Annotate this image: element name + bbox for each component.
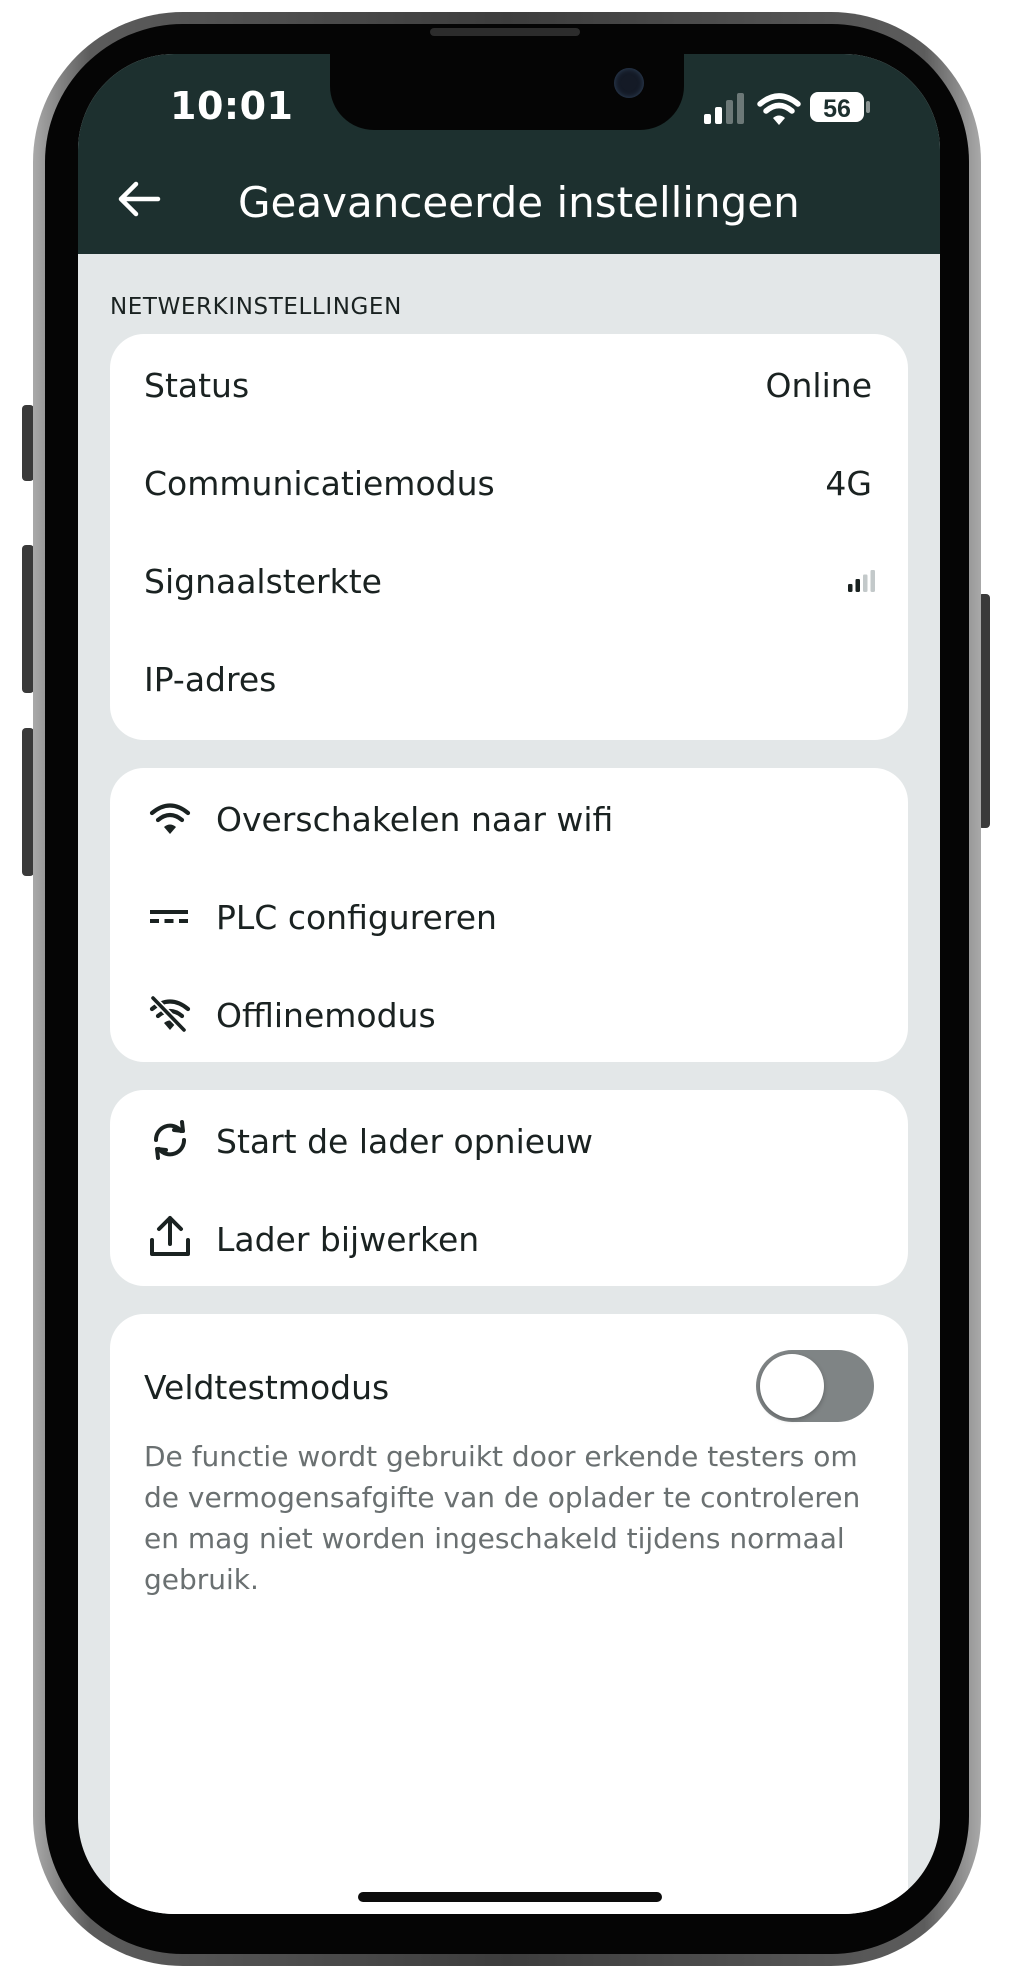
battery-level: 56 bbox=[823, 95, 851, 123]
charger-actions-card: Start de lader opnieuw Lader bijwerken bbox=[110, 1090, 908, 1286]
wifi-icon bbox=[149, 803, 191, 834]
status-value: Online bbox=[765, 366, 872, 405]
speaker-grille bbox=[430, 28, 580, 36]
field-test-toggle[interactable] bbox=[756, 1350, 874, 1422]
status-time: 10:01 bbox=[170, 84, 294, 128]
communication-mode-value: 4G bbox=[825, 464, 872, 503]
update-charger-label: Lader bijwerken bbox=[216, 1220, 480, 1259]
communication-mode-label: Communicatiemodus bbox=[144, 464, 495, 503]
field-test-description: De functie wordt gebruikt door erkende t… bbox=[144, 1440, 861, 1596]
status-bar-icons: 56 bbox=[704, 92, 870, 125]
restart-charger-item[interactable]: Start de lader opnieuw bbox=[110, 1090, 908, 1188]
upload-icon bbox=[150, 1216, 190, 1256]
front-camera bbox=[614, 68, 644, 98]
plc-icon bbox=[150, 910, 188, 923]
field-test-card: Veldtestmodus De functie wordt gebruikt … bbox=[110, 1314, 908, 1914]
wifi-off-icon bbox=[149, 995, 191, 1033]
offline-mode-item[interactable]: Offlinemodus bbox=[110, 964, 908, 1062]
cellular-signal-icon bbox=[704, 93, 744, 124]
signal-strength-icon bbox=[848, 570, 875, 592]
switch-to-wifi-item[interactable]: Overschakelen naar wifi bbox=[110, 768, 908, 866]
signal-strength-label: Signaalsterkte bbox=[144, 562, 382, 601]
home-indicator[interactable] bbox=[358, 1892, 662, 1902]
section-label-network: NETWERKINSTELLINGEN bbox=[110, 294, 402, 320]
restart-icon bbox=[153, 1120, 187, 1160]
back-arrow-icon[interactable] bbox=[112, 172, 166, 226]
switch-to-wifi-label: Overschakelen naar wifi bbox=[216, 800, 614, 839]
phone-screen: 10:01 56 Geavanceerde instellingen NETWE… bbox=[78, 54, 940, 1914]
field-test-label: Veldtestmodus bbox=[144, 1368, 390, 1407]
dynamic-island bbox=[330, 54, 684, 130]
offline-mode-label: Offlinemodus bbox=[216, 996, 436, 1035]
battery-icon: 56 bbox=[810, 92, 870, 123]
restart-charger-label: Start de lader opnieuw bbox=[216, 1122, 593, 1161]
network-info-card: Status Online Communicatiemodus 4G Signa… bbox=[110, 334, 908, 740]
toggle-knob bbox=[760, 1354, 824, 1418]
status-label: Status bbox=[144, 366, 250, 405]
page-title: Geavanceerde instellingen bbox=[238, 178, 800, 227]
ip-address-label: IP-adres bbox=[144, 660, 277, 699]
configure-plc-label: PLC configureren bbox=[216, 898, 497, 937]
update-charger-item[interactable]: Lader bijwerken bbox=[110, 1188, 908, 1286]
connection-actions-card: Overschakelen naar wifi PLC configureren… bbox=[110, 768, 908, 1062]
configure-plc-item[interactable]: PLC configureren bbox=[110, 866, 908, 964]
wifi-status-icon bbox=[757, 93, 801, 125]
